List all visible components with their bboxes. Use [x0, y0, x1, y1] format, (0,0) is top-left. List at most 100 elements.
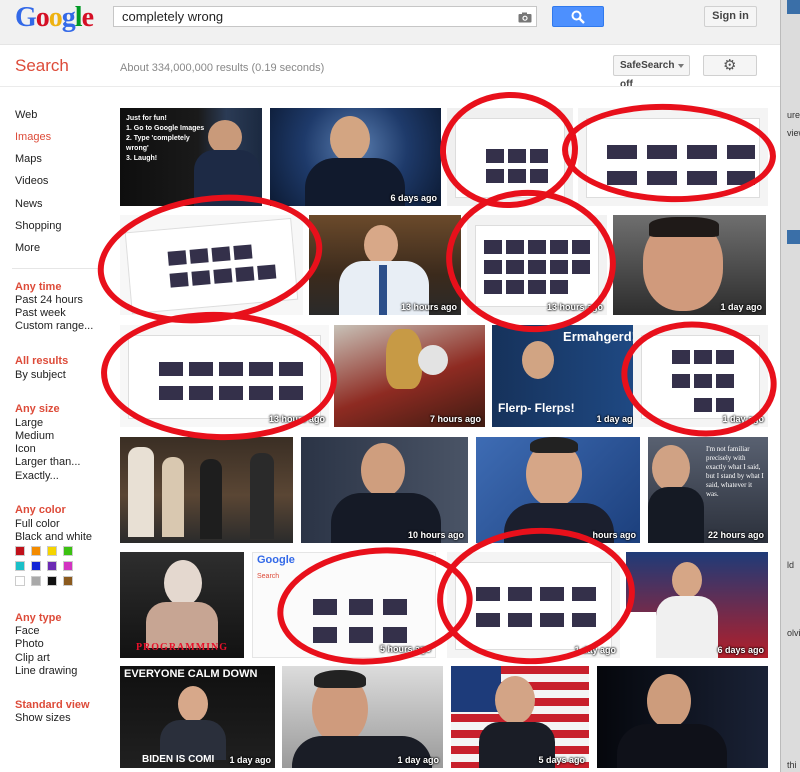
filter-item[interactable]: Face [15, 625, 39, 637]
strip-blue-band [787, 230, 800, 244]
filter-heading-results[interactable]: All results [15, 355, 68, 367]
filter-item[interactable]: Exactly... [15, 470, 59, 482]
strip-label: ld [787, 560, 795, 570]
search-icon [571, 10, 585, 24]
timestamp: 22 hours ago [707, 530, 764, 540]
result-stats: About 334,000,000 results (0.19 seconds) [120, 62, 325, 74]
image-result[interactable]: 1 day ago [613, 215, 766, 315]
image-caption: Flerp- Flerps! [498, 401, 575, 415]
filter-heading-time[interactable]: Any time [15, 281, 61, 293]
section-title: Search [15, 56, 69, 75]
filter-item[interactable]: Full color [15, 518, 60, 530]
sidebar-item-more[interactable]: More [15, 242, 40, 254]
filter-item[interactable]: Past 24 hours [15, 294, 83, 306]
strip-label: thi [787, 760, 797, 770]
image-caption: PROGRAMMING [135, 642, 229, 653]
top-bar: Google Sign in [0, 0, 780, 45]
filter-heading-color[interactable]: Any color [15, 504, 66, 516]
gear-icon: ⚙ [723, 57, 737, 74]
settings-button[interactable]: ⚙ [703, 55, 757, 76]
timestamp: hours ago [592, 530, 636, 540]
image-result[interactable] [597, 666, 768, 768]
divider [0, 86, 780, 87]
image-caption: I'm not familiar precisely with exactly … [706, 445, 764, 498]
color-swatch[interactable] [31, 561, 41, 571]
color-swatch[interactable] [47, 546, 57, 556]
filter-item[interactable]: Past week [15, 307, 66, 319]
image-caption: BIDEN IS COMI [142, 754, 215, 765]
strip-label: view [787, 128, 800, 138]
filter-item[interactable]: Larger than... [15, 456, 80, 468]
color-swatch[interactable] [63, 576, 73, 586]
image-result[interactable]: 13 hours ago [309, 215, 461, 315]
image-result[interactable]: 6 days ago [626, 552, 768, 658]
sidebar-item-videos[interactable]: Videos [15, 175, 48, 187]
filter-item[interactable]: Medium [15, 430, 54, 442]
sidebar-item-maps[interactable]: Maps [15, 153, 42, 165]
image-result[interactable]: PROGRAMMING [120, 552, 244, 658]
search-box[interactable] [113, 6, 537, 27]
image-result[interactable]: 1 day ago [282, 666, 443, 768]
camera-icon[interactable] [518, 10, 532, 23]
filter-item[interactable]: Icon [15, 443, 36, 455]
timestamp: 5 days ago [538, 755, 585, 765]
image-result[interactable]: 6 days ago [270, 108, 441, 206]
timestamp: 6 days ago [717, 645, 764, 655]
filter-item[interactable]: Black and white [15, 531, 92, 543]
image-result[interactable]: hours ago [476, 437, 640, 543]
image-result[interactable]: 7 hours ago [334, 325, 485, 427]
filter-item[interactable]: Show sizes [15, 712, 71, 724]
color-swatch[interactable] [31, 576, 41, 586]
sidebar-item-shopping[interactable]: Shopping [15, 220, 62, 232]
color-swatch[interactable] [47, 576, 57, 586]
timestamp: 1 day ago [720, 302, 762, 312]
filter-item[interactable]: Custom range... [15, 320, 93, 332]
filter-item[interactable]: By subject [15, 369, 66, 381]
filter-heading-type[interactable]: Any type [15, 612, 61, 624]
timestamp: 13 hours ago [400, 302, 457, 312]
google-logo[interactable]: Google [15, 2, 94, 34]
strip-label: ure [787, 110, 800, 120]
timestamp: 1 day ago [229, 755, 271, 765]
image-result[interactable]: 10 hours ago [301, 437, 468, 543]
image-result[interactable] [120, 437, 293, 543]
sidebar-item-images[interactable]: Images [15, 131, 51, 143]
sidebar-item-news[interactable]: News [15, 198, 43, 210]
timestamp: 7 hours ago [429, 414, 481, 424]
color-swatch[interactable] [15, 576, 25, 586]
color-swatch[interactable] [47, 561, 57, 571]
strip-blue-band [787, 0, 800, 14]
filter-heading-view[interactable]: Standard view [15, 699, 90, 711]
image-result[interactable]: 5 days ago [451, 666, 589, 768]
sidebar-divider [12, 268, 102, 269]
mini-google-logo: Google [257, 554, 295, 566]
search-button[interactable] [552, 6, 604, 27]
sign-in-button[interactable]: Sign in [704, 6, 757, 27]
color-swatch[interactable] [63, 546, 73, 556]
filter-item[interactable]: Photo [15, 638, 44, 650]
safesearch-dropdown[interactable]: SafeSearch off [613, 55, 690, 90]
image-caption: Ermahgerd! [563, 329, 636, 344]
filter-heading-size[interactable]: Any size [15, 403, 60, 415]
image-result[interactable]: Just for fun! 1. Go to Google Images 2. … [120, 108, 262, 206]
image-result[interactable]: EVERYONE CALM DOWN BIDEN IS COMI 1 day a… [120, 666, 275, 768]
timestamp: 1 day ago [596, 414, 638, 424]
search-input[interactable] [122, 9, 512, 24]
color-swatch[interactable] [31, 546, 41, 556]
image-caption: EVERYONE CALM DOWN [124, 668, 258, 680]
filter-item[interactable]: Clip art [15, 652, 50, 664]
filter-item[interactable]: Line drawing [15, 665, 77, 677]
sidebar-item-web[interactable]: Web [15, 109, 37, 121]
timestamp: 6 days ago [390, 193, 437, 203]
mini-section-title: Search [257, 573, 280, 580]
filter-item[interactable]: Large [15, 417, 43, 429]
strip-label: olvi [787, 628, 800, 638]
image-result[interactable]: Ermahgerd! Flerp- Flerps! 1 day ago [492, 325, 642, 427]
color-swatch[interactable] [15, 546, 25, 556]
color-swatch[interactable] [63, 561, 73, 571]
color-swatch[interactable] [15, 561, 25, 571]
chevron-down-icon [678, 64, 684, 68]
timestamp: 10 hours ago [407, 530, 464, 540]
timestamp: 1 day ago [397, 755, 439, 765]
image-result[interactable]: I'm not familiar precisely with exactly … [648, 437, 768, 543]
